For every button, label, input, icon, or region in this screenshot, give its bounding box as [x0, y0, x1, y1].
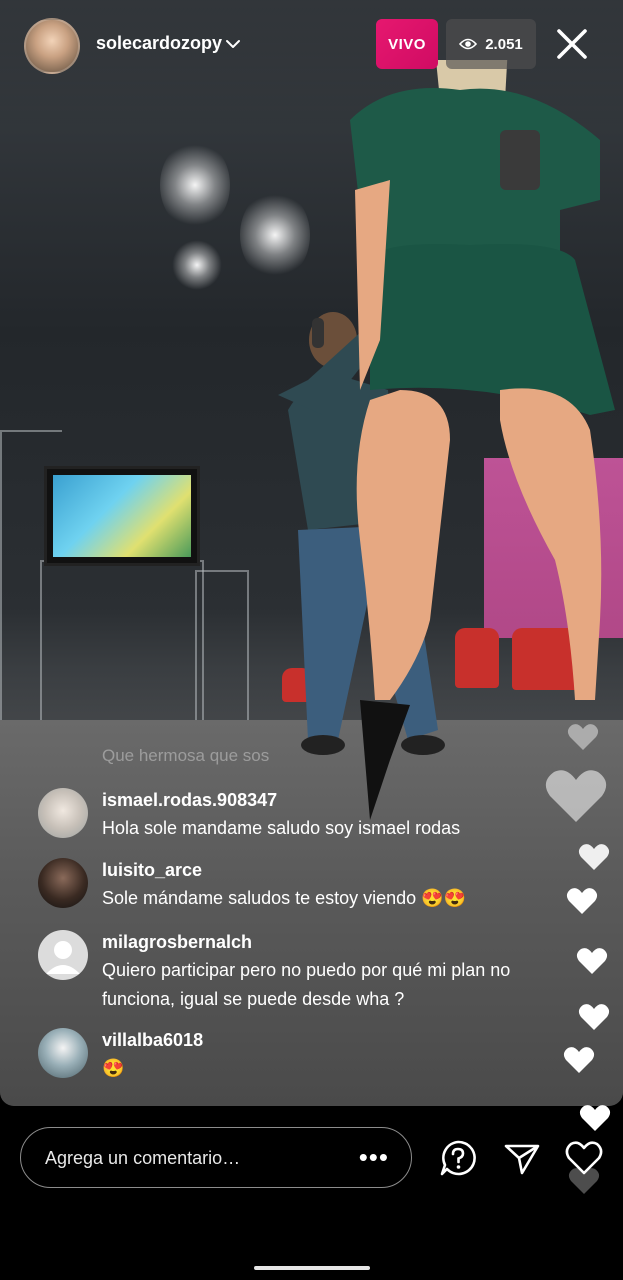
commenter-avatar[interactable] — [38, 1028, 88, 1078]
comment-text: 😍 — [102, 1058, 125, 1078]
heart-icon — [545, 770, 607, 822]
close-icon[interactable] — [552, 24, 592, 64]
commenter-username[interactable]: luisito_arce — [102, 860, 202, 881]
heart-icon — [566, 888, 598, 914]
commenter-avatar[interactable] — [38, 788, 88, 838]
heart-icon — [563, 1047, 595, 1073]
comment-item: milagrosbernalch Quiero participar pero … — [38, 930, 548, 1020]
commenter-username[interactable]: milagrosbernalch — [102, 932, 252, 953]
home-indicator — [254, 1266, 370, 1270]
host-avatar[interactable] — [24, 18, 80, 74]
heart-icon — [578, 1004, 610, 1030]
dancer-figure — [350, 60, 615, 820]
viewer-count: 2.051 — [485, 35, 523, 53]
comment-text: Quiero participar pero no puedo por qué … — [102, 960, 511, 1009]
chevron-down-icon[interactable] — [224, 35, 242, 53]
comment-text: Hola sole mandame saludo soy ismael roda… — [102, 818, 461, 838]
host-username[interactable]: solecardozopy — [96, 33, 222, 54]
comment-item: luisito_arce Sole mándame saludos te est… — [38, 858, 548, 918]
live-header: solecardozopy VIVO 2.051 — [0, 0, 623, 90]
heart-icon — [576, 948, 608, 974]
studio-monitor — [44, 466, 200, 566]
comment-input[interactable]: Agrega un comentario… ••• — [20, 1127, 412, 1188]
default-avatar-icon — [46, 941, 80, 974]
heart-icon — [578, 844, 610, 870]
heart-icon[interactable] — [564, 1138, 604, 1178]
heart-icon — [579, 1105, 611, 1131]
commenter-avatar[interactable] — [38, 858, 88, 908]
more-options-button[interactable]: ••• — [359, 1142, 389, 1173]
comment-text: Sole mándame saludos te estoy viendo 😍😍 — [102, 888, 467, 908]
paper-plane-icon[interactable] — [502, 1138, 542, 1178]
commenter-username[interactable]: villalba6018 — [102, 1030, 203, 1051]
faded-comment: Que hermosa que sos — [102, 746, 270, 765]
comment-item: ismael.rodas.908347 Hola sole mandame sa… — [38, 788, 548, 848]
viewer-count-badge[interactable]: 2.051 — [446, 19, 536, 69]
question-bubble-icon[interactable] — [438, 1138, 478, 1178]
eye-icon — [459, 38, 478, 50]
live-badge: VIVO — [376, 19, 438, 69]
comment-placeholder: Agrega un comentario… — [45, 1148, 241, 1168]
comment-item: villalba6018 😍 — [38, 1028, 548, 1088]
heart-icon — [567, 724, 599, 750]
commenter-username[interactable]: ismael.rodas.908347 — [102, 790, 277, 811]
commenter-avatar[interactable] — [38, 930, 88, 980]
